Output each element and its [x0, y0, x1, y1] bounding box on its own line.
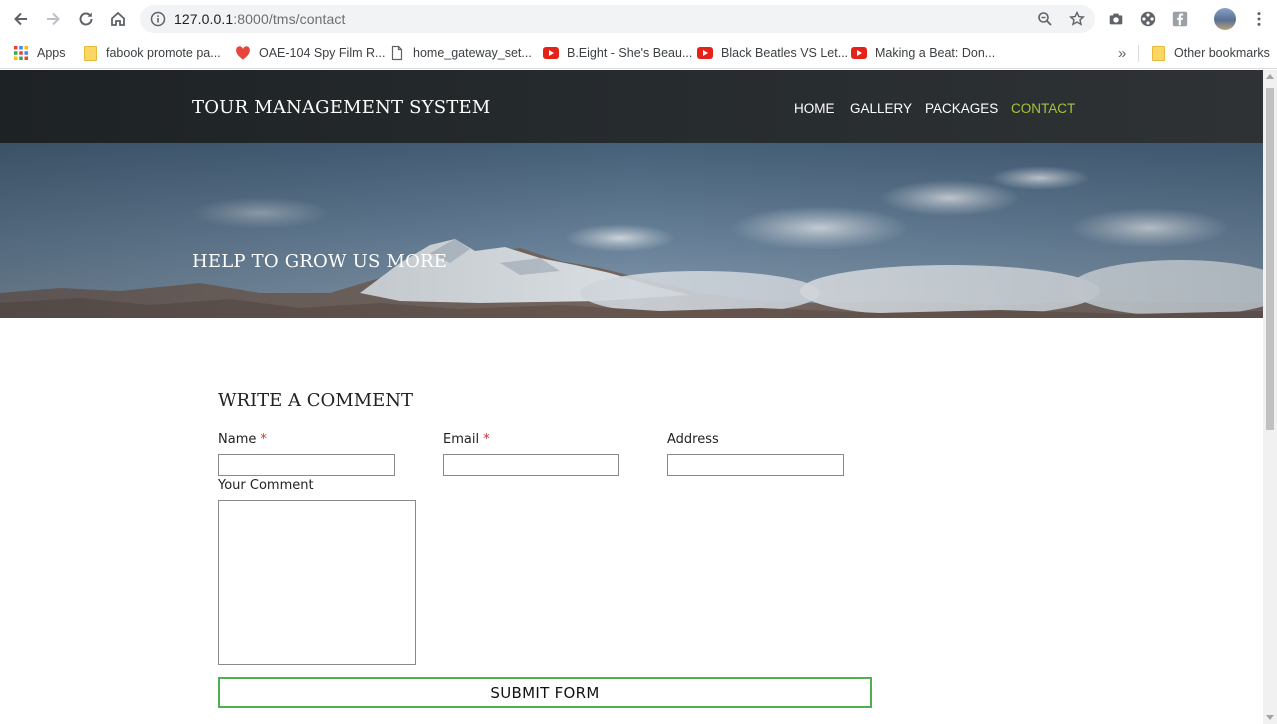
youtube-icon [543, 45, 559, 61]
bookmark-label: Other bookmarks [1174, 46, 1270, 60]
home-icon [111, 11, 125, 26]
film-extension-icon[interactable] [1138, 9, 1158, 29]
site-header: TOUR MANAGEMENT SYSTEM HOME GALLERY PACK… [0, 70, 1263, 143]
nav-contact[interactable]: CONTACT [1011, 101, 1075, 116]
required-marker: * [260, 432, 267, 447]
site-title[interactable]: TOUR MANAGEMENT SYSTEM [192, 97, 490, 118]
address-input[interactable] [667, 454, 844, 476]
bookmark-beight[interactable]: B.Eight - She's Beau... [543, 43, 692, 63]
zoom-icon[interactable] [1037, 11, 1053, 27]
menu-button[interactable] [1249, 9, 1269, 29]
comment-textarea[interactable] [218, 500, 416, 665]
bookmark-label: home_gateway_set... [413, 46, 532, 60]
comment-label: Your Comment [218, 478, 314, 493]
address-label: Address [667, 432, 719, 447]
bookmarks-bar: Apps fabook promote pa... OAE-104 Spy Fi… [0, 38, 1277, 69]
hero-banner: HELP TO GROW US MORE [0, 143, 1263, 318]
email-label: Email * [443, 432, 490, 447]
bookmarks-overflow-button[interactable]: » [1118, 43, 1126, 63]
nav-packages[interactable]: PACKAGES [925, 101, 998, 116]
bookmark-label: B.Eight - She's Beau... [567, 46, 693, 60]
bookmark-black-beatles[interactable]: Black Beatles VS Let... [697, 43, 848, 63]
back-button[interactable] [9, 7, 33, 31]
youtube-icon [851, 45, 867, 61]
bookmark-apps[interactable]: Apps [13, 43, 66, 63]
folder-icon [82, 45, 98, 61]
name-input[interactable] [218, 454, 395, 476]
page-scrollbar[interactable] [1263, 70, 1277, 724]
folder-icon [1150, 45, 1166, 61]
reload-icon [79, 12, 93, 26]
page-viewport: TOUR MANAGEMENT SYSTEM HOME GALLERY PACK… [0, 70, 1263, 724]
facebook-extension-icon[interactable] [1170, 9, 1190, 29]
nav-gallery[interactable]: GALLERY [850, 101, 912, 116]
apps-grid-icon [13, 45, 29, 61]
bookmark-label: OAE-104 Spy Film R... [259, 46, 386, 60]
browser-toolbar: 127.0.0.1:8000/tms/contact [0, 0, 1277, 38]
arrow-left-icon [14, 12, 27, 26]
hero-title: HELP TO GROW US MORE [192, 251, 448, 272]
form-title: WRITE A COMMENT [218, 390, 414, 411]
bookmark-label: Making a Beat: Don... [875, 46, 996, 60]
nav-home[interactable]: HOME [794, 101, 835, 116]
page-icon [389, 45, 405, 61]
bookmark-star-icon[interactable] [1069, 11, 1085, 27]
scrollbar-thumb[interactable] [1266, 88, 1274, 430]
home-button[interactable] [106, 7, 130, 31]
arrow-right-icon [47, 12, 60, 26]
bookmark-label: Black Beatles VS Let... [721, 46, 849, 60]
bookmark-label: Apps [37, 46, 66, 60]
reload-button[interactable] [74, 7, 98, 31]
mountain-landscape-image [0, 143, 1263, 318]
heart-icon [235, 45, 251, 61]
profile-avatar[interactable] [1214, 8, 1236, 30]
overflow-chevron-icon: » [1118, 44, 1127, 62]
scroll-down-arrow-icon[interactable] [1266, 715, 1274, 720]
forward-button[interactable] [41, 7, 65, 31]
bookmark-home-gateway[interactable]: home_gateway_set... [389, 43, 532, 63]
kebab-menu-icon [1257, 12, 1261, 26]
address-bar[interactable]: 127.0.0.1:8000/tms/contact [140, 5, 1095, 33]
bookmark-making-a-beat[interactable]: Making a Beat: Don... [851, 43, 995, 63]
camera-extension-icon[interactable] [1106, 9, 1126, 29]
bookmarks-divider [1138, 45, 1139, 62]
bookmark-other[interactable]: Other bookmarks [1150, 43, 1270, 63]
url-text: 127.0.0.1:8000/tms/contact [174, 11, 346, 27]
info-icon[interactable] [150, 11, 166, 27]
scroll-up-arrow-icon[interactable] [1266, 74, 1274, 79]
bookmark-oae[interactable]: OAE-104 Spy Film R... [235, 43, 385, 63]
required-marker: * [483, 432, 490, 447]
youtube-icon [697, 45, 713, 61]
name-label: Name * [218, 432, 267, 447]
submit-button[interactable]: SUBMIT FORM [218, 677, 872, 708]
email-input[interactable] [443, 454, 619, 476]
bookmark-fabook[interactable]: fabook promote pa... [82, 43, 221, 63]
bookmark-label: fabook promote pa... [106, 46, 221, 60]
